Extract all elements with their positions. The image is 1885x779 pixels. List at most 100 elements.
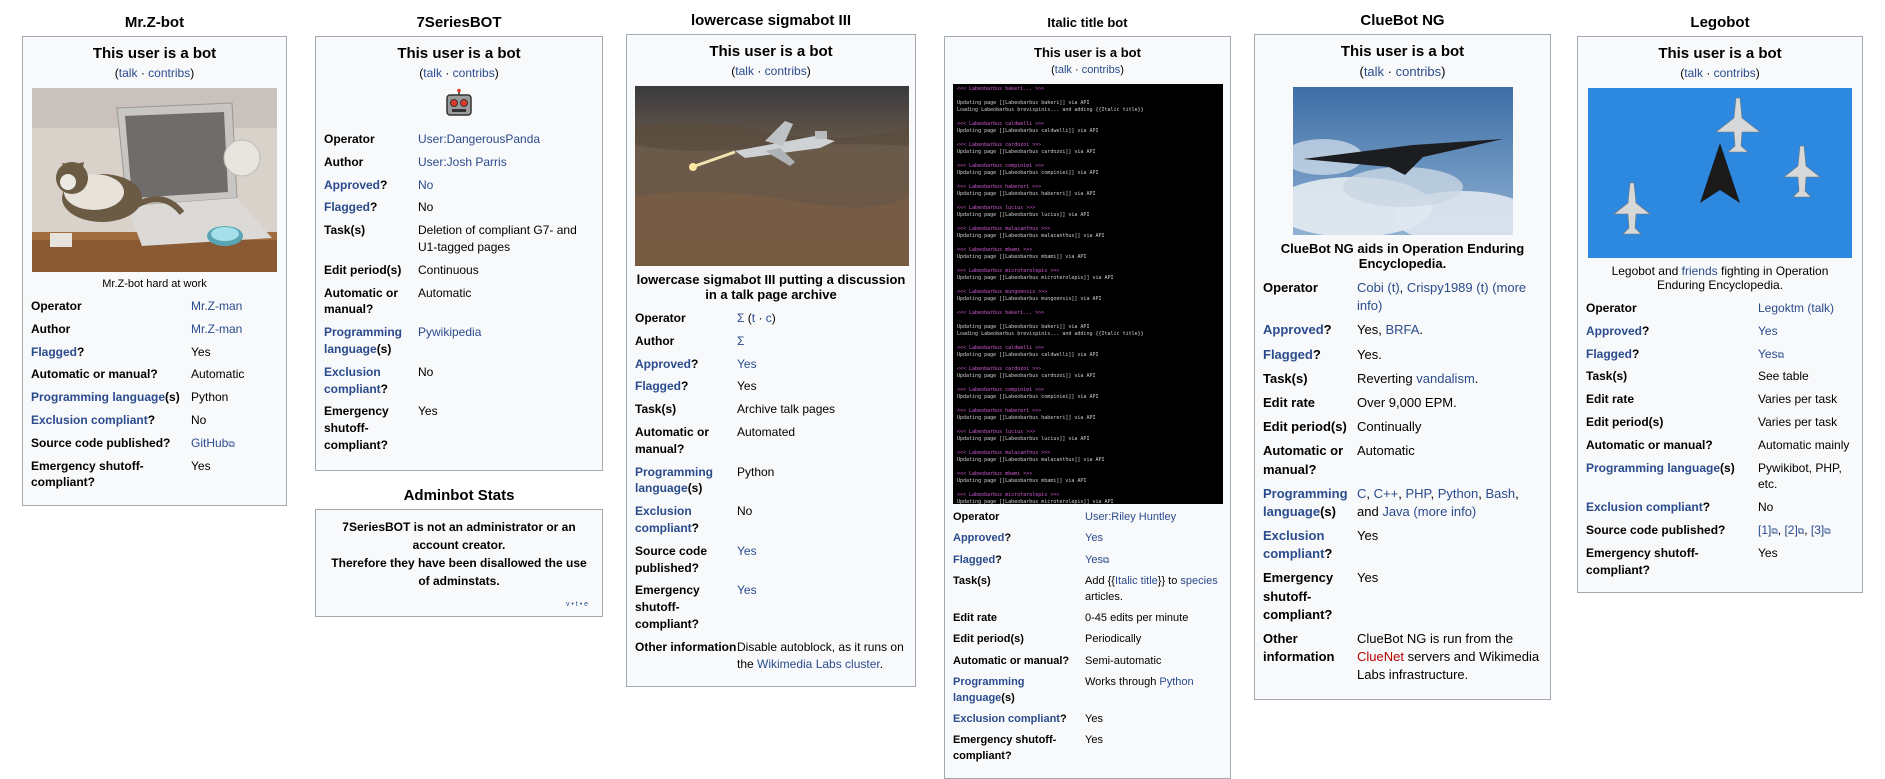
approved-link[interactable]: Approved (635, 357, 691, 371)
flagged-link[interactable]: Flagged (324, 200, 370, 214)
operator-cobi-talk-link[interactable]: (t) (1387, 280, 1399, 295)
approved-link[interactable]: Approved (1586, 324, 1642, 338)
value-link[interactable]: Mr.Z-man (191, 299, 242, 313)
exclusion-compliant-link[interactable]: Exclusion compliant (1263, 528, 1324, 561)
operator-talk-link[interactable]: (talk) (1807, 301, 1834, 315)
value-link[interactable]: Yes (1085, 532, 1103, 544)
talk-link[interactable]: talk (735, 64, 754, 78)
more-info-link[interactable]: (more info) (1413, 504, 1476, 519)
brfa-link[interactable]: BRFA (1385, 322, 1419, 337)
value-link[interactable]: User:Riley Huntley (1085, 511, 1176, 523)
value-link[interactable]: No (418, 178, 433, 192)
vte-links[interactable]: v • t • e (330, 600, 588, 611)
value-link[interactable]: Yes (1758, 324, 1778, 338)
label-suffix: (s) (1001, 691, 1015, 704)
value-link[interactable]: Yes (737, 583, 757, 597)
terminal-blank (957, 359, 1219, 366)
separator: · (758, 311, 763, 325)
exclusion-compliant-link[interactable]: Exclusion compliant (635, 504, 692, 535)
exclusion-compliant-link[interactable]: Exclusion compliant (324, 365, 381, 396)
jets-formation-image[interactable] (1588, 88, 1852, 258)
value-link[interactable]: Yes (737, 544, 757, 558)
contribs-link[interactable]: contribs (1714, 66, 1756, 80)
terminal-screenshot-image[interactable]: <<< Labeobarbus bakeri... >>> Updating p… (953, 84, 1223, 504)
row-value: No (418, 177, 594, 194)
source-link-1[interactable]: [1] (1758, 523, 1771, 537)
value-link[interactable]: Yes (1085, 554, 1103, 566)
operator-crispy-link[interactable]: Crispy1989 (1407, 280, 1473, 295)
value-link[interactable]: User:DangerousPanda (418, 132, 540, 146)
value-link[interactable]: Mr.Z-man (191, 322, 242, 336)
value-link[interactable]: GitHub (191, 436, 228, 450)
contribs-link[interactable]: contribs (765, 64, 807, 78)
programming-language-link[interactable]: Programming language (31, 390, 165, 404)
programming-language-link[interactable]: Programming language (1586, 461, 1720, 475)
contribs-link[interactable]: contribs (1396, 64, 1442, 79)
image-caption: Mr.Z-bot hard at work (102, 278, 207, 290)
terminal-line: Updating page [[Labeobarbus malacanthus]… (957, 457, 1105, 463)
terminal-line: <<< Labeobarbus malacanthus >>> (957, 226, 1051, 232)
row-value: User:Josh Parris (418, 154, 594, 171)
contribs-link[interactable]: contribs (148, 66, 190, 80)
operator-crispy-talk-link[interactable]: (t) (1476, 280, 1488, 295)
flagged-link[interactable]: Flagged (1263, 347, 1313, 362)
value-link[interactable]: Yes (1758, 347, 1778, 361)
talk-link[interactable]: talk (119, 66, 138, 80)
row-operator: Operator Mr.Z-man (31, 298, 278, 315)
flagged-link[interactable]: Flagged (953, 554, 995, 566)
talk-link[interactable]: talk (1364, 64, 1384, 79)
cluenet-link[interactable]: ClueNet (1357, 649, 1404, 664)
bot-heading: This user is a bot (1340, 43, 1465, 60)
exclusion-compliant-link[interactable]: Exclusion compliant (1586, 500, 1703, 514)
species-link[interactable]: species (1180, 575, 1217, 587)
exclusion-compliant-link[interactable]: Exclusion compliant (953, 713, 1060, 725)
talk-link[interactable]: talk (1684, 66, 1703, 80)
row-exclusion-compliant: Exclusion compliant? Yes (1263, 527, 1542, 563)
lang-link-php[interactable]: PHP (1405, 486, 1430, 501)
labs-cluster-link[interactable]: Wikimedia Labs cluster (757, 657, 880, 671)
operator-talk-link[interactable]: t (752, 311, 755, 325)
friends-link[interactable]: friends (1682, 264, 1718, 278)
terminal-line: <<< Labeobarbus habereri >>> (957, 408, 1042, 414)
operator-link[interactable]: Legoktm (1758, 301, 1804, 315)
value-link[interactable]: Σ (737, 334, 744, 348)
row-label: Operator (1586, 301, 1637, 315)
lang-link-c[interactable]: C (1357, 486, 1366, 501)
approved-link[interactable]: Approved (324, 178, 380, 192)
lang-link-java[interactable]: Java (1382, 504, 1409, 519)
terminal-blank (957, 464, 1219, 471)
source-link-2[interactable]: [2] (1784, 523, 1797, 537)
stealth-bomber-image[interactable] (1292, 87, 1513, 235)
value-text: Add {{ (1085, 575, 1115, 588)
terminal-blank (957, 443, 1219, 450)
operator-contribs-link[interactable]: c (766, 311, 772, 325)
python-link[interactable]: Python (1159, 676, 1193, 688)
lang-link-bash[interactable]: Bash (1485, 486, 1515, 501)
aircraft-image[interactable] (635, 86, 909, 266)
lang-link-c[interactable]: C++ (1374, 486, 1399, 501)
lang-link-python[interactable]: Python (1438, 486, 1478, 501)
flagged-link[interactable]: Flagged (1586, 347, 1632, 361)
flagged-link[interactable]: Flagged (31, 345, 77, 359)
talk-link[interactable]: talk (423, 66, 442, 80)
value-link[interactable]: Pywikipedia (418, 325, 481, 339)
approved-link[interactable]: Approved (953, 532, 1004, 544)
operator-link[interactable]: Σ (737, 311, 744, 325)
talk-link[interactable]: talk (1055, 64, 1072, 76)
row-value: Over 9,000 EPM. (1357, 394, 1457, 410)
flagged-link[interactable]: Flagged (635, 379, 681, 393)
exclusion-compliant-link[interactable]: Exclusion compliant (31, 413, 148, 427)
contribs-link[interactable]: contribs (1082, 64, 1121, 76)
italic-title-link[interactable]: Italic title (1115, 575, 1158, 587)
contribs-link[interactable]: contribs (453, 66, 495, 80)
terminal-line: Updating page [[Labeobarbus habereri]] v… (957, 415, 1096, 421)
value-link[interactable]: User:Josh Parris (418, 155, 507, 169)
approved-link[interactable]: Approved (1263, 322, 1324, 337)
operator-cobi-link[interactable]: Cobi (1357, 280, 1384, 295)
source-link-3[interactable]: [3] (1811, 523, 1824, 537)
vandalism-link[interactable]: vandalism (1416, 371, 1475, 386)
cat-laptop-image[interactable] (32, 88, 277, 272)
row-value: Yes (191, 344, 211, 359)
value-link[interactable]: Yes (737, 357, 757, 371)
row-value: Reverting vandalism. (1357, 370, 1542, 388)
